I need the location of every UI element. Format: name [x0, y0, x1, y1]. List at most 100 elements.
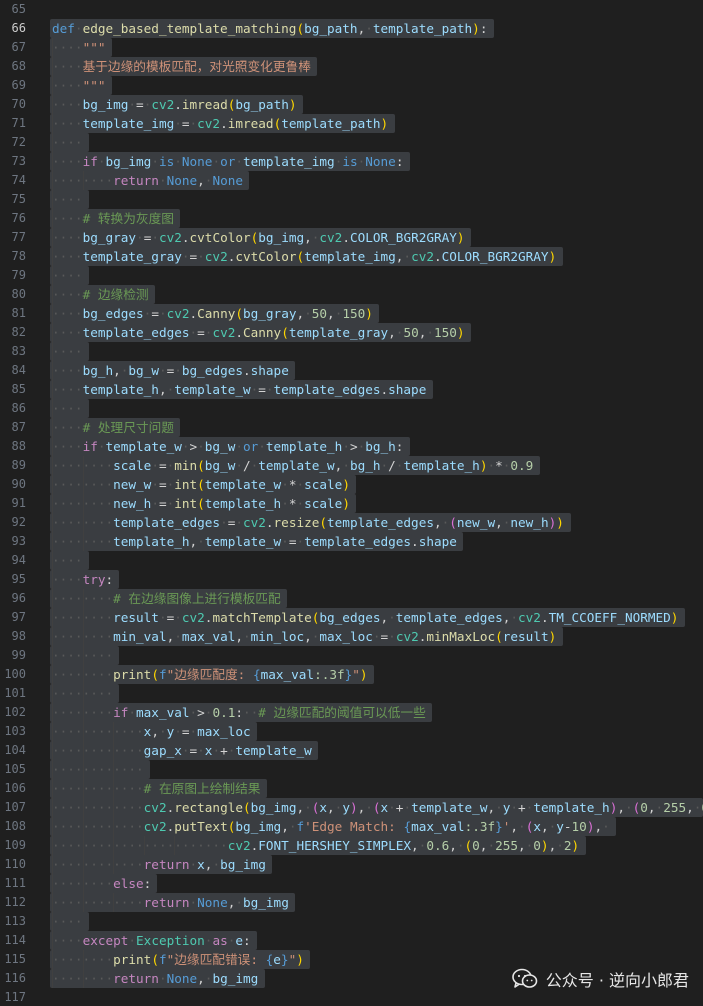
line-number: 106: [4, 781, 26, 795]
code-text: ····except·Exception·as·e:: [52, 933, 251, 948]
code-line[interactable]: 73 ····if·bg_img·is·None·or·template_img·…: [0, 152, 703, 171]
line-number: 94: [11, 553, 26, 567]
line-number: 73: [11, 154, 26, 168]
code-line[interactable]: 70 ····bg_img·=·cv2.imread(bg_path): [0, 95, 703, 114]
line-number: 108: [4, 819, 26, 833]
code-line[interactable]: 95 ····try:: [0, 570, 703, 589]
code-line[interactable]: 92 ········template_edges·=·cv2.resize(te…: [0, 513, 703, 532]
line-number: 91: [11, 496, 26, 510]
code-line[interactable]: 109 ·······················cv2.FONT_HERSH…: [0, 836, 703, 855]
code-text: ········scale·=·min(bg_w·/·template_w,·b…: [52, 458, 534, 473]
watermark-text: 公众号 · 逆向小郎君: [545, 971, 689, 990]
code-text: ·······················cv2.FONT_HERSHEY_…: [52, 838, 580, 853]
line-number: 65: [11, 2, 26, 16]
line-number: 71: [11, 116, 26, 130]
code-line[interactable]: 104 ············gap_x·=·x·+·template_w: [0, 741, 703, 760]
code-line[interactable]: 66 def·edge_based_template_matching(bg_pa…: [0, 19, 703, 38]
code-line[interactable]: 110 ············return·x,·bg_img: [0, 855, 703, 874]
code-text: ········template_h,·template_w·=·templat…: [52, 534, 457, 549]
code-text: ············return·x,·bg_img: [52, 857, 266, 872]
code-line[interactable]: 114 ····except·Exception·as·e:: [0, 931, 703, 950]
code-line[interactable]: 85 ····template_h,·template_w·=·template_…: [0, 380, 703, 399]
code-line[interactable]: 87 ····# 处理尺寸问题: [0, 418, 703, 437]
code-line[interactable]: 86 ····: [0, 399, 703, 418]
code-line[interactable]: 93 ········template_h,·template_w·=·templ…: [0, 532, 703, 551]
code-line[interactable]: 80 ····# 边缘检测: [0, 285, 703, 304]
line-number: 103: [4, 724, 26, 738]
code-line[interactable]: 105 ············: [0, 760, 703, 779]
line-number: 95: [11, 572, 26, 586]
code-line[interactable]: 72 ····: [0, 133, 703, 152]
line-number: 72: [11, 135, 26, 149]
code-text: ········return·None,·bg_img: [52, 971, 259, 986]
code-text: ············cv2.rectangle(bg_img,·(x,·y)…: [52, 800, 703, 815]
code-line[interactable]: 103 ············x,·y·=·max_loc: [0, 722, 703, 741]
line-number: 80: [11, 287, 26, 301]
code-line[interactable]: 91 ········new_h·=·int(template_h·*·scale…: [0, 494, 703, 513]
code-line[interactable]: 69 ····""": [0, 76, 703, 95]
code-line[interactable]: 107 ············cv2.rectangle(bg_img,·(x,…: [0, 798, 703, 817]
code-line[interactable]: 68 ····基于边缘的模板匹配，对光照变化更鲁棒: [0, 57, 703, 76]
code-line[interactable]: 98 ········min_val,·max_val,·min_loc,·max…: [0, 627, 703, 646]
line-number: 88: [11, 439, 26, 453]
code-line[interactable]: 97 ········result·=·cv2.matchTemplate(bg_…: [0, 608, 703, 627]
code-text: ············return·None,·bg_img: [52, 895, 289, 910]
code-line[interactable]: 100 ········print(f"边缘匹配度: {max_val:.3f}"…: [0, 665, 703, 684]
line-number: 78: [11, 249, 26, 263]
code-text: ····# 转换为灰度图: [52, 211, 174, 226]
code-line[interactable]: 74 ········return·None,·None: [0, 171, 703, 190]
code-line[interactable]: 89 ········scale·=·min(bg_w·/·template_w,…: [0, 456, 703, 475]
line-number: 105: [4, 762, 26, 776]
code-line[interactable]: 96 ········# 在边缘图像上进行模板匹配: [0, 589, 703, 608]
code-line[interactable]: 71 ····template_img·=·cv2.imread(template…: [0, 114, 703, 133]
code-text: ····try:: [52, 572, 114, 587]
code-text: ········print(f"边缘匹配度: {max_val:.3f}"): [52, 667, 368, 682]
line-number: 76: [11, 211, 26, 225]
code-line[interactable]: 78 ····template_gray·=·cv2.cvtColor(templ…: [0, 247, 703, 266]
code-text: ····基于边缘的模板匹配，对光照变化更鲁棒: [52, 59, 311, 74]
line-number: 83: [11, 344, 26, 358]
code-text: ············: [52, 762, 144, 777]
code-line[interactable]: 113 ····: [0, 912, 703, 931]
code-line[interactable]: 90 ········new_w·=·int(template_w·*·scale…: [0, 475, 703, 494]
line-number: 86: [11, 401, 26, 415]
code-line[interactable]: 76 ····# 转换为灰度图: [0, 209, 703, 228]
line-number: 116: [4, 971, 26, 985]
code-text: ····bg_edges·=·cv2.Canny(bg_gray,·50,·15…: [52, 306, 373, 321]
code-line[interactable]: 75 ····: [0, 190, 703, 209]
code-text: ········# 在边缘图像上进行模板匹配: [52, 591, 281, 606]
line-number: 110: [4, 857, 26, 871]
code-line[interactable]: 106 ············# 在原图上绘制结果: [0, 779, 703, 798]
code-text: ····bg_img·=·cv2.imread(bg_path): [52, 97, 297, 112]
line-number: 75: [11, 192, 26, 206]
code-text: ····template_h,·template_w·=·template_ed…: [52, 382, 427, 397]
code-line[interactable]: 111 ········else:: [0, 874, 703, 893]
code-line[interactable]: 108 ············cv2.putText(bg_img,·f'Edg…: [0, 817, 703, 836]
code-text: ········template_edges·=·cv2.resize(temp…: [52, 515, 564, 530]
code-line[interactable]: 67 ····""": [0, 38, 703, 57]
line-number: 74: [11, 173, 26, 187]
code-line[interactable]: 99 ········: [0, 646, 703, 665]
code-text: ············gap_x·=·x·+·template_w: [52, 743, 312, 758]
code-line[interactable]: 83 ····: [0, 342, 703, 361]
code-line[interactable]: 77 ····bg_gray·=·cv2.cvtColor(bg_img,·cv2…: [0, 228, 703, 247]
code-text: ············# 在原图上绘制结果: [52, 781, 261, 796]
line-number: 67: [11, 40, 26, 54]
code-text: ····template_edges·=·cv2.Canny(template_…: [52, 325, 465, 340]
code-editor[interactable]: 65 66 def·edge_based_template_matching(bg_…: [0, 0, 703, 1006]
line-number: 84: [11, 363, 26, 377]
code-line[interactable]: 102 ········if·max_val·>·0.1:··# 边缘匹配的阈值可…: [0, 703, 703, 722]
line-number: 101: [4, 686, 26, 700]
code-line[interactable]: 82 ····template_edges·=·cv2.Canny(templat…: [0, 323, 703, 342]
code-line[interactable]: 101 ········: [0, 684, 703, 703]
code-line[interactable]: 88 ····if·template_w·>·bg_w·or·template_h…: [0, 437, 703, 456]
code-line[interactable]: 65: [0, 0, 703, 19]
code-line[interactable]: 84 ····bg_h,·bg_w·=·bg_edges.shape: [0, 361, 703, 380]
code-line[interactable]: 81 ····bg_edges·=·cv2.Canny(bg_gray,·50,·…: [0, 304, 703, 323]
code-line[interactable]: 94 ····: [0, 551, 703, 570]
code-text: ········print(f"边缘匹配错误: {e}"): [52, 952, 304, 967]
code-text: ········result·=·cv2.matchTemplate(bg_ed…: [52, 610, 679, 625]
line-number: 77: [11, 230, 26, 244]
code-line[interactable]: 112 ············return·None,·bg_img: [0, 893, 703, 912]
code-line[interactable]: 79 ····: [0, 266, 703, 285]
